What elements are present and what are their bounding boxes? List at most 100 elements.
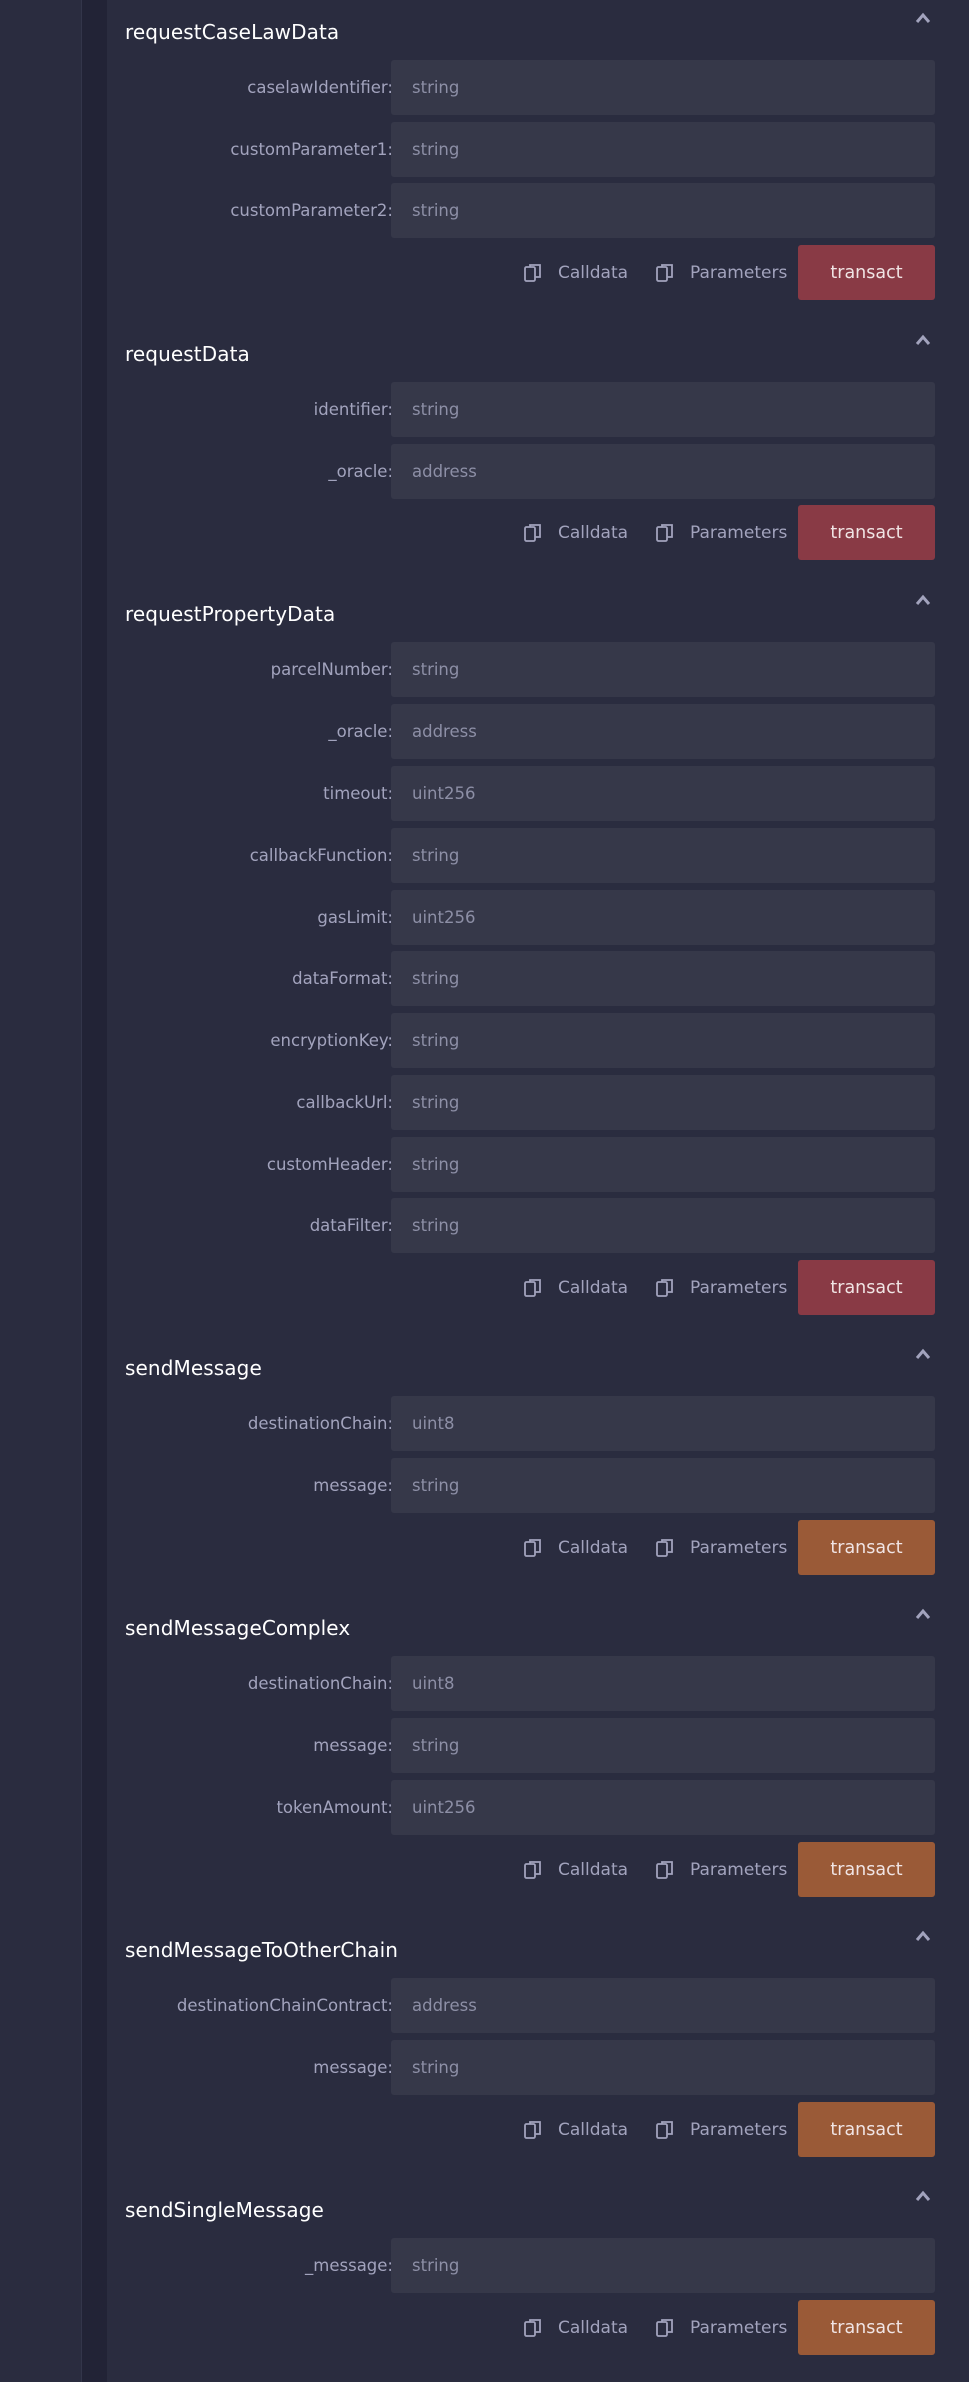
function-actions: Calldata Parameters transact (107, 2102, 969, 2157)
param-input[interactable] (391, 1198, 935, 1253)
param-input[interactable] (391, 1718, 935, 1773)
copy-parameters-button[interactable]: Parameters (656, 2300, 787, 2355)
copy-icon (524, 1538, 541, 1557)
copy-calldata-button[interactable]: Calldata (524, 245, 628, 300)
copy-parameters-button[interactable]: Parameters (656, 1260, 787, 1315)
chevron-up-icon[interactable] (915, 1608, 931, 1620)
transact-button[interactable]: transact (798, 1520, 935, 1575)
copy-calldata-button[interactable]: Calldata (524, 1520, 628, 1575)
param-label: dataFormat: (292, 969, 393, 988)
copy-parameters-button[interactable]: Parameters (656, 245, 787, 300)
chevron-up-icon[interactable] (915, 1930, 931, 1942)
param-input[interactable] (391, 2040, 935, 2095)
chevron-up-icon[interactable] (915, 1348, 931, 1360)
param-label: gasLimit: (317, 908, 393, 927)
copy-icon (524, 2318, 541, 2337)
function-actions: Calldata Parameters transact (107, 1520, 969, 1575)
transact-button[interactable]: transact (798, 1842, 935, 1897)
param-row: destinationChainContract: (107, 1978, 969, 2033)
param-label: message: (313, 2058, 393, 2077)
param-label: destinationChainContract: (176, 1996, 393, 2015)
calldata-label: Calldata (558, 262, 629, 283)
param-input[interactable] (391, 122, 935, 177)
calldata-label: Calldata (558, 2317, 629, 2338)
param-row: dataFilter: (107, 1198, 969, 1253)
function-actions: Calldata Parameters transact (107, 2300, 969, 2355)
copy-icon (656, 2318, 673, 2337)
param-input[interactable] (391, 1978, 935, 2033)
function-title: requestCaseLawData (125, 20, 340, 44)
param-input[interactable] (391, 1137, 935, 1192)
transact-button[interactable]: transact (798, 2102, 935, 2157)
param-input[interactable] (391, 1075, 935, 1130)
copy-calldata-button[interactable]: Calldata (524, 505, 628, 560)
param-input[interactable] (391, 1458, 935, 1513)
param-row: gasLimit: (107, 890, 969, 945)
calldata-label: Calldata (558, 2119, 629, 2140)
param-input[interactable] (391, 382, 935, 437)
copy-parameters-button[interactable]: Parameters (656, 2102, 787, 2157)
copy-parameters-button[interactable]: Parameters (656, 1520, 787, 1575)
param-input[interactable] (391, 951, 935, 1006)
parameters-label: Parameters (690, 2119, 788, 2140)
chevron-up-icon[interactable] (915, 2190, 931, 2202)
function-title: requestData (125, 342, 250, 366)
param-input[interactable] (391, 704, 935, 759)
parameters-label: Parameters (690, 2317, 788, 2338)
function-title: requestPropertyData (125, 602, 336, 626)
param-input[interactable] (391, 1656, 935, 1711)
param-input[interactable] (391, 766, 935, 821)
transact-button[interactable]: transact (798, 505, 935, 560)
copy-icon (656, 263, 673, 282)
copy-calldata-button[interactable]: Calldata (524, 1260, 628, 1315)
parameters-label: Parameters (690, 1277, 788, 1298)
param-label: callbackFunction: (249, 846, 393, 865)
param-input[interactable] (391, 890, 935, 945)
param-label: timeout: (323, 784, 393, 803)
param-label: caselawIdentifier: (247, 78, 393, 97)
copy-parameters-button[interactable]: Parameters (656, 1842, 787, 1897)
param-input[interactable] (391, 60, 935, 115)
chevron-up-icon[interactable] (915, 334, 931, 346)
param-input[interactable] (391, 183, 935, 238)
function-title: sendSingleMessage (125, 2198, 324, 2222)
copy-parameters-button[interactable]: Parameters (656, 505, 787, 560)
param-row: caselawIdentifier: (107, 60, 969, 115)
copy-icon (656, 2120, 673, 2139)
param-label: identifier: (313, 400, 393, 419)
transact-button[interactable]: transact (798, 245, 935, 300)
param-label: customParameter2: (230, 201, 393, 220)
param-input[interactable] (391, 1013, 935, 1068)
param-row: _message: (107, 2238, 969, 2293)
param-input[interactable] (391, 2238, 935, 2293)
copy-calldata-button[interactable]: Calldata (524, 2102, 628, 2157)
calldata-label: Calldata (558, 1859, 629, 1880)
chevron-up-icon[interactable] (915, 12, 931, 24)
param-input[interactable] (391, 828, 935, 883)
param-input[interactable] (391, 444, 935, 499)
parameters-label: Parameters (690, 522, 788, 543)
param-row: dataFormat: (107, 951, 969, 1006)
copy-icon (656, 1278, 673, 1297)
copy-icon (656, 1860, 673, 1879)
contract-functions-panel: requestCaseLawData caselawIdentifier: cu… (107, 0, 969, 2382)
param-row: destinationChain: (107, 1396, 969, 1451)
param-label: dataFilter: (309, 1216, 393, 1235)
transact-button[interactable]: transact (798, 2300, 935, 2355)
param-row: callbackFunction: (107, 828, 969, 883)
copy-icon (524, 523, 541, 542)
copy-icon (656, 1538, 673, 1557)
param-label: _oracle: (328, 462, 393, 481)
param-input[interactable] (391, 1396, 935, 1451)
copy-calldata-button[interactable]: Calldata (524, 1842, 628, 1897)
param-input[interactable] (391, 1780, 935, 1835)
parameters-label: Parameters (690, 1537, 788, 1558)
transact-button[interactable]: transact (798, 1260, 935, 1315)
function-title: sendMessage (125, 1356, 262, 1380)
copy-calldata-button[interactable]: Calldata (524, 2300, 628, 2355)
copy-icon (524, 1860, 541, 1879)
param-row: message: (107, 1458, 969, 1513)
param-input[interactable] (391, 642, 935, 697)
function-actions: Calldata Parameters transact (107, 245, 969, 300)
chevron-up-icon[interactable] (915, 594, 931, 606)
